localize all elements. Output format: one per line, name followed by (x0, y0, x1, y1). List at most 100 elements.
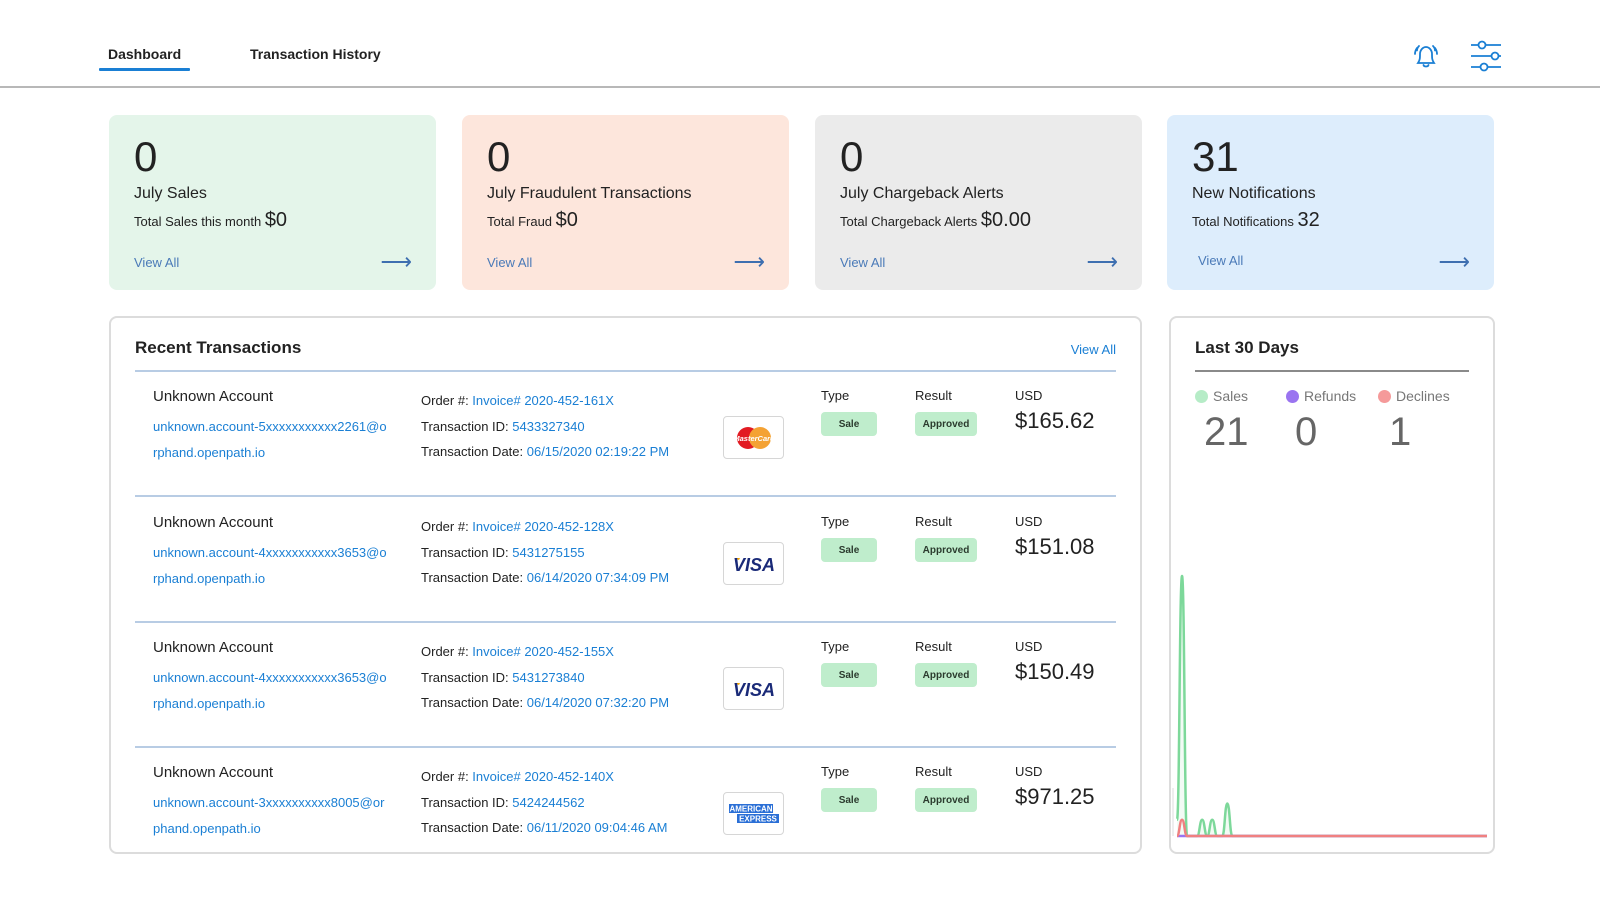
view-all-link[interactable]: View All (1198, 253, 1243, 268)
series-line-sales (1175, 574, 1487, 838)
order-link[interactable]: Invoice# 2020-452-140X (472, 769, 614, 784)
stat-sub-amount: $0.00 (980, 209, 1031, 231)
mastercard-logo-icon: MasterCard (733, 426, 775, 449)
transaction-amount: $151.08 (1015, 534, 1095, 559)
account-email-link[interactable]: unknown.account-4xxxxxxxxxxx3653@orphand… (153, 540, 388, 591)
card-brand-text: MasterCard (733, 434, 775, 443)
view-all-link[interactable]: View All (487, 255, 532, 270)
type-badge: Sale (821, 412, 877, 436)
divider (135, 370, 1116, 372)
order-label: Order #: (421, 519, 473, 534)
result-badge: Approved (915, 412, 977, 436)
order-label: Order #: (421, 393, 473, 408)
transaction-amount: $971.25 (1015, 784, 1095, 809)
stat-sub-label: Total Notifications (1192, 214, 1294, 229)
transaction-row[interactable]: Unknown Account unknown.account-3xxxxxxx… (135, 750, 1117, 876)
last-30-days-panel: Last 30 Days Sales Refunds Declines 21 0… (1169, 316, 1495, 854)
amex-logo-icon: AMERICAN EXPRESS (728, 803, 779, 823)
stat-subtitle: Total Chargeback Alerts $0.00 (840, 209, 1031, 232)
type-badge: Sale (821, 663, 877, 687)
account-name: Unknown Account (153, 639, 274, 656)
card-logo: MasterCard (723, 416, 784, 459)
transaction-info: Order #: Invoice# 2020-452-155X Transact… (421, 639, 669, 716)
stat-sub-amount: $0 (555, 209, 578, 231)
transaction-info: Order #: Invoice# 2020-452-128X Transact… (421, 514, 669, 591)
arrow-right-icon[interactable]: ⟶ (1438, 249, 1470, 275)
stat-subtitle: Total Fraud $0 (487, 209, 578, 232)
card-logo: VISA (723, 667, 784, 710)
transaction-id-link[interactable]: 5431275155 (512, 545, 584, 560)
stat-title: July Chargeback Alerts (840, 185, 1004, 202)
arrow-right-icon[interactable]: ⟶ (1086, 249, 1118, 275)
recent-transactions-panel: Recent Transactions View All Unknown Acc… (109, 316, 1142, 854)
stat-number: 0 (840, 133, 864, 180)
stat-title: July Fraudulent Transactions (487, 185, 692, 202)
bell-icon[interactable] (1408, 38, 1444, 74)
series-area-sales (1177, 576, 1487, 836)
card-logo: AMERICAN EXPRESS (723, 792, 784, 835)
account-email-link[interactable]: unknown.account-5xxxxxxxxxxx2261@orphand… (153, 414, 388, 465)
recent-transactions-view-all[interactable]: View All (1071, 342, 1116, 357)
tab-transaction-history[interactable]: Transaction History (250, 46, 381, 62)
recent-transactions-title: Recent Transactions (135, 338, 302, 357)
order-label: Order #: (421, 769, 473, 784)
view-all-link[interactable]: View All (840, 255, 885, 270)
transaction-id-link[interactable]: 5433327340 (512, 419, 584, 434)
card-brand-text: VISA (732, 680, 774, 700)
tab-dashboard[interactable]: Dashboard (98, 46, 191, 71)
result-label: Result (915, 764, 952, 779)
stat-sub-label: Total Sales this month (134, 214, 262, 229)
transaction-id-link[interactable]: 5424244562 (512, 795, 584, 810)
account-email-link[interactable]: unknown.account-4xxxxxxxxxxx3653@orphand… (153, 665, 388, 716)
transaction-date-label: Transaction Date: (421, 570, 527, 585)
transaction-row[interactable]: Unknown Account unknown.account-4xxxxxxx… (135, 625, 1117, 751)
stat-card-notifications: 31 New Notifications Total Notifications… (1167, 115, 1494, 290)
stat-sub-label: Total Chargeback Alerts (840, 214, 978, 229)
stat-sub-amount: 32 (1297, 209, 1320, 231)
card-brand-text: EXPRESS (739, 814, 777, 823)
type-badge: Sale (821, 538, 877, 562)
sliders-icon[interactable] (1468, 38, 1504, 74)
transaction-amount: $165.62 (1015, 408, 1095, 433)
transaction-id-label: Transaction ID: (421, 418, 513, 434)
result-label: Result (915, 514, 952, 529)
order-label: Order #: (421, 644, 473, 659)
result-label: Result (915, 388, 952, 403)
type-label: Type (821, 764, 850, 779)
order-link[interactable]: Invoice# 2020-452-155X (472, 644, 614, 659)
currency-label: USD (1015, 388, 1043, 403)
order-link[interactable]: Invoice# 2020-452-128X (472, 519, 614, 534)
order-link[interactable]: Invoice# 2020-452-161X (472, 393, 614, 408)
view-all-link[interactable]: View All (134, 255, 179, 270)
stat-number: 31 (1192, 133, 1239, 180)
stat-subtitle: Total Sales this month $0 (134, 209, 287, 232)
transaction-id-link[interactable]: 5431273840 (512, 670, 584, 685)
stat-title: New Notifications (1192, 185, 1316, 202)
stat-title: July Sales (134, 185, 207, 202)
account-email-link[interactable]: unknown.account-3xxxxxxxxxx8005@orphand.… (153, 790, 388, 841)
account-name: Unknown Account (153, 514, 274, 531)
transaction-date-value: 06/11/2020 09:04:46 AM (526, 820, 668, 835)
arrow-right-icon[interactable]: ⟶ (380, 249, 412, 275)
stat-sub-label: Total Fraud (487, 214, 553, 229)
card-brand-text: AMERICAN (729, 804, 772, 813)
stat-number: 0 (134, 133, 158, 180)
type-label: Type (821, 639, 850, 654)
type-label: Type (821, 514, 850, 529)
stat-sub-amount: $0 (264, 209, 288, 231)
account-name: Unknown Account (153, 764, 274, 781)
arrow-right-icon[interactable]: ⟶ (733, 249, 765, 275)
stat-subtitle: Total Notifications 32 (1192, 209, 1320, 232)
last-30-days-chart (1172, 574, 1487, 838)
type-badge: Sale (821, 788, 877, 812)
transaction-id-label: Transaction ID: (421, 544, 513, 560)
transaction-row[interactable]: Unknown Account unknown.account-5xxxxxxx… (135, 374, 1117, 500)
card-logo: VISA (723, 542, 784, 585)
visa-logo-icon: VISA (732, 555, 774, 575)
transaction-date-label: Transaction Date: (421, 695, 527, 710)
currency-label: USD (1015, 639, 1043, 654)
transaction-info: Order #: Invoice# 2020-452-140X Transact… (421, 764, 667, 841)
transaction-date-value: 06/15/2020 02:19:22 PM (526, 444, 670, 459)
transaction-row[interactable]: Unknown Account unknown.account-4xxxxxxx… (135, 500, 1117, 626)
row-divider (135, 621, 1116, 623)
